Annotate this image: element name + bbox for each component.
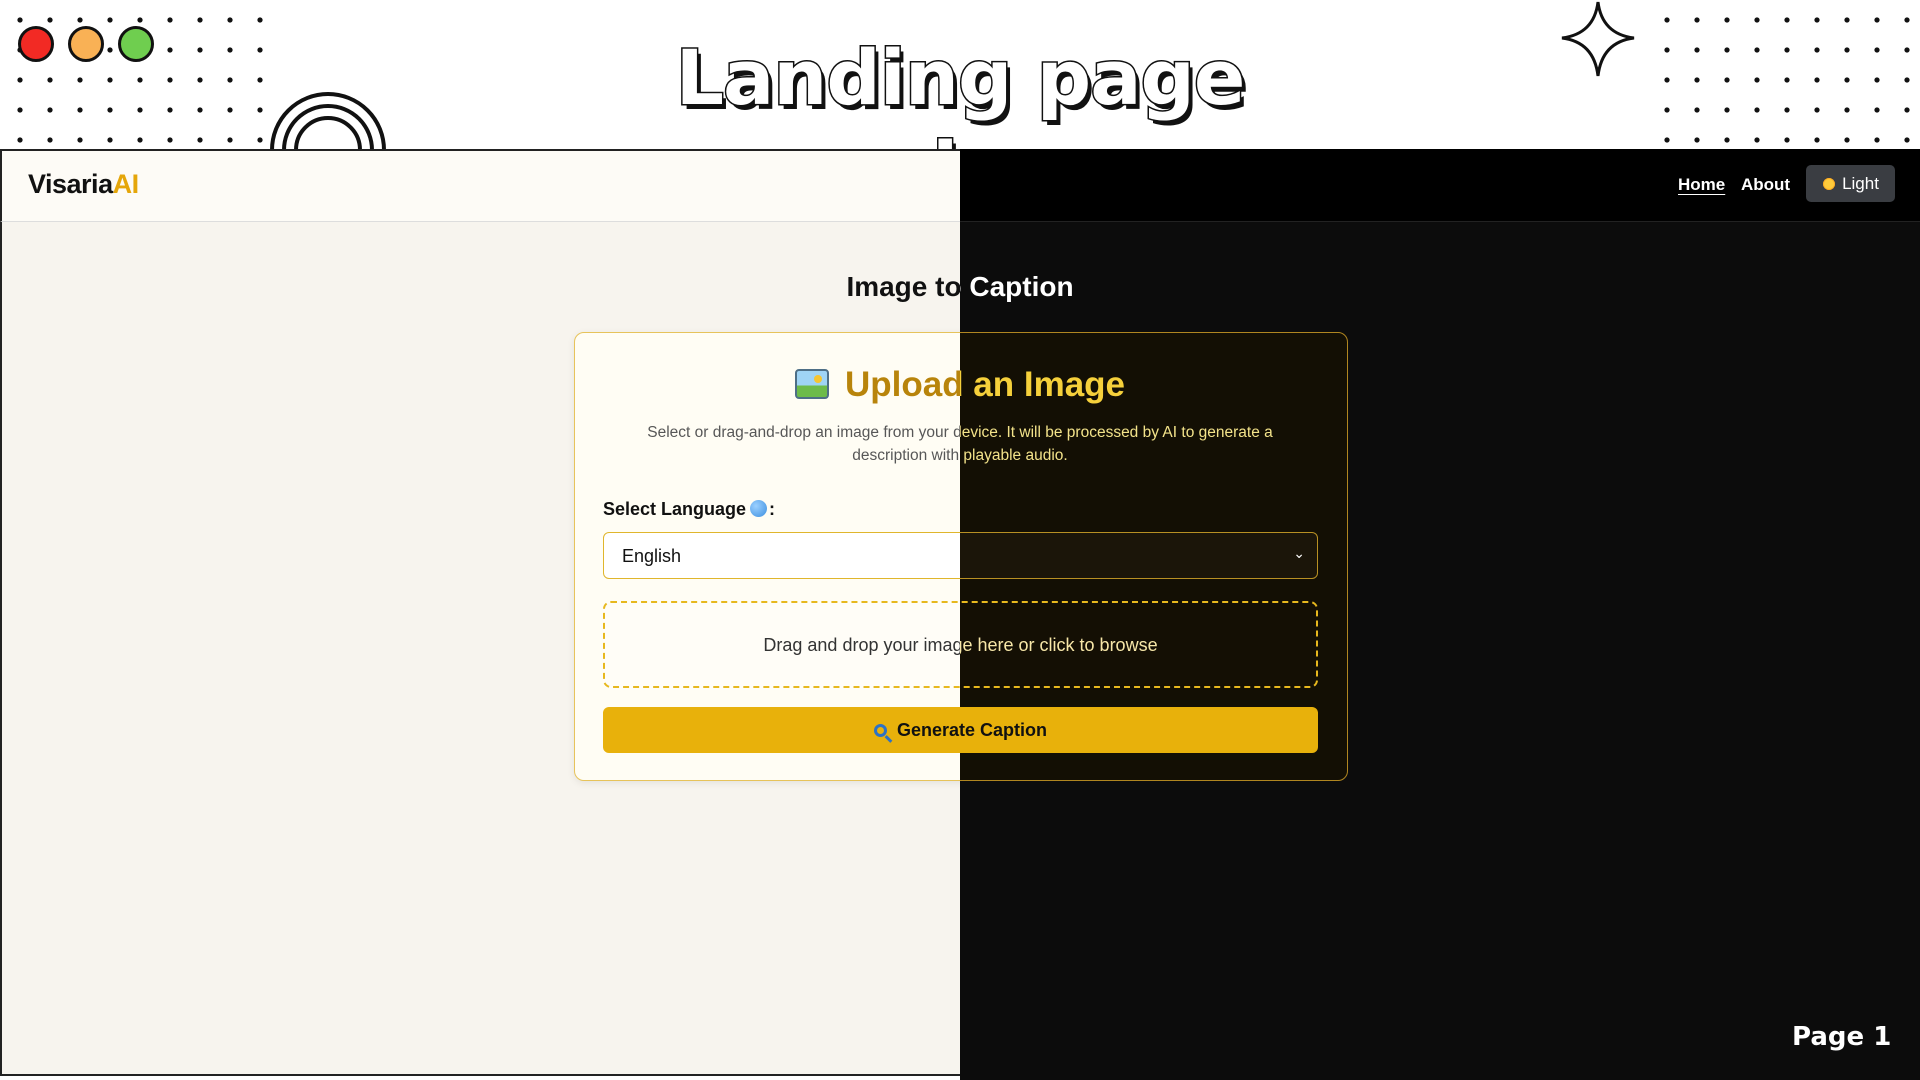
sparkle-icon [1561, 1, 1635, 77]
language-select-dark[interactable]: ⌄ [960, 532, 1318, 579]
window-maximize-dot [118, 26, 154, 62]
window-minimize-dot [68, 26, 104, 62]
drop-zone-text-dark: Drag and drop your image here or click t… [960, 635, 1158, 655]
chevron-down-icon: ⌄ [1293, 545, 1305, 561]
dot-grid-left [0, 0, 280, 148]
card-description-dark: Select or drag-and-drop an image from yo… [960, 424, 1273, 464]
language-label: Select Language: [603, 499, 776, 519]
page-number: Page 1 [1792, 1022, 1892, 1052]
image-icon [794, 369, 829, 399]
page-heading-dark: Image to Caption [960, 271, 1074, 302]
drop-zone-text: Drag and drop your image here or click t… [763, 635, 960, 655]
language-select-value: English [622, 546, 682, 566]
card-description: Select or drag-and-drop an image from yo… [647, 424, 960, 464]
language-select[interactable]: English [603, 532, 960, 579]
card-title: Upload an Image [0, 365, 960, 405]
card-title-dark: Upload an Image [960, 365, 1920, 405]
window-close-dot [18, 26, 54, 62]
dark-content: Image to Caption Upload an Image Select … [960, 149, 1920, 1080]
dot-grid-right [1640, 0, 1920, 148]
generate-caption-label: Generate Caption [0, 720, 960, 741]
rainbow-icon [270, 92, 386, 150]
generate-caption-label-dark: Generate Caption [960, 720, 1920, 741]
page-heading: Image to Caption [846, 271, 960, 302]
app-screenshot: VisariaAI Home About Light Image to Capt… [0, 149, 1920, 1080]
light-content: Image to Caption Upload an Image Select … [0, 149, 960, 1080]
search-icon [873, 724, 887, 737]
globe-icon [750, 500, 768, 517]
